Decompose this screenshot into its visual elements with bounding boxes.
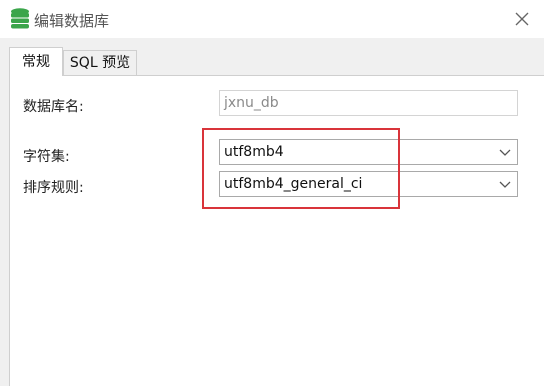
db-name-label: 数据库名: <box>23 99 84 115</box>
chevron-down-icon <box>499 149 511 156</box>
tab-general[interactable]: 常规 <box>9 47 63 76</box>
window-title: 编辑数据库 <box>34 12 110 30</box>
general-panel <box>9 75 544 386</box>
title-bar: 编辑数据库 <box>0 0 544 38</box>
close-icon <box>515 12 529 26</box>
database-icon <box>11 8 29 29</box>
tab-sql-preview[interactable]: SQL 预览 <box>63 50 137 75</box>
close-button[interactable] <box>509 7 535 31</box>
db-name-value: jxnu_db <box>224 95 279 111</box>
highlight-box <box>202 128 400 209</box>
db-name-field[interactable]: jxnu_db <box>219 90 518 116</box>
collation-label: 排序规则: <box>23 180 84 196</box>
charset-label: 字符集: <box>23 149 70 165</box>
chevron-down-icon <box>499 181 511 188</box>
